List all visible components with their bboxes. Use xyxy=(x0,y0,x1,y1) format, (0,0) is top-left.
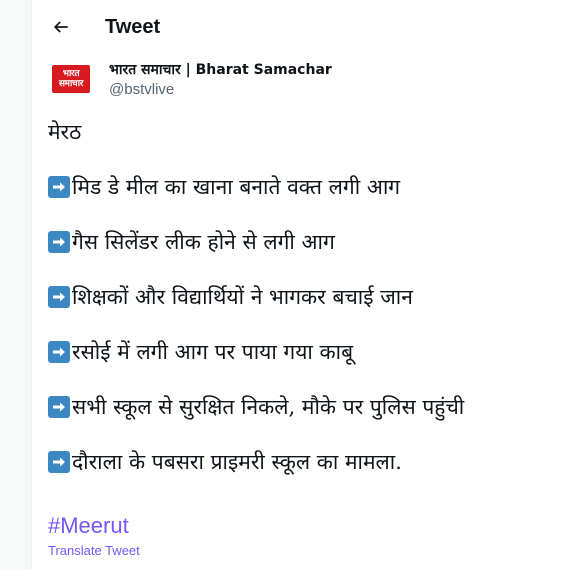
back-button[interactable] xyxy=(46,12,76,42)
right-arrow-emoji-icon xyxy=(48,341,70,363)
tweet-text: मेरठ मिड डे मील का खाना बनाते वक्त लगी आ… xyxy=(48,118,558,503)
avatar-logo-text: भारत समाचार xyxy=(58,69,84,89)
tweet-bullet-line: रसोई में लगी आग पर पाया गया काबू xyxy=(48,338,558,366)
tweet-bullet-text: गैस सिलेंडर लीक होने से लगी आग xyxy=(72,230,335,254)
page-title: Tweet xyxy=(105,16,161,38)
tweet-author: भारत समाचार भारत समाचार | Bharat Samacha… xyxy=(48,56,554,104)
tweet-bullet-text: शिक्षकों और विद्यार्थियों ने भागकर बचाई … xyxy=(72,285,413,309)
author-display-name[interactable]: भारत समाचार | Bharat Samachar xyxy=(109,61,332,79)
tweet-bullet-line: शिक्षकों और विद्यार्थियों ने भागकर बचाई … xyxy=(48,283,558,311)
tweet-bullet-line: मिड डे मील का खाना बनाते वक्त लगी आग xyxy=(48,173,558,201)
top-bar: Tweet xyxy=(32,0,570,56)
tweet-bullet-line: सभी स्कूल से सुरक्षित निकले, मौके पर पुल… xyxy=(48,393,558,421)
bharat-samachar-logo: भारत समाचार xyxy=(52,65,90,93)
tweet-bullet-text: मिड डे मील का खाना बनाते वक्त लगी आग xyxy=(72,175,401,199)
hashtag-link[interactable]: #Meerut xyxy=(48,513,129,539)
arrow-left-icon xyxy=(53,21,68,33)
right-arrow-emoji-icon xyxy=(48,451,70,473)
right-arrow-emoji-icon xyxy=(48,176,70,198)
tweet-bullet-text: सभी स्कूल से सुरक्षित निकले, मौके पर पुल… xyxy=(72,395,465,419)
tweet-city: मेरठ xyxy=(48,120,82,144)
right-arrow-emoji-icon xyxy=(48,286,70,308)
tweet-bullet-text: दौराला के पबसरा प्राइमरी स्कूल का मामला. xyxy=(72,450,402,474)
tweet-bullet-line: गैस सिलेंडर लीक होने से लगी आग xyxy=(48,228,558,256)
tweet-detail-column: Tweet भारत समाचार भारत समाचार | Bharat S… xyxy=(31,0,570,570)
avatar[interactable]: भारत समाचार xyxy=(48,56,94,102)
right-arrow-emoji-icon xyxy=(48,396,70,418)
tweet-bullet-text: रसोई में लगी आग पर पाया गया काबू xyxy=(72,340,354,364)
right-arrow-emoji-icon xyxy=(48,231,70,253)
author-handle[interactable]: @bstvlive xyxy=(109,81,174,99)
tweet-city-line: मेरठ xyxy=(48,118,558,146)
tweet-bullet-line: दौराला के पबसरा प्राइमरी स्कूल का मामला. xyxy=(48,448,558,476)
translate-tweet-link[interactable]: Translate Tweet xyxy=(48,543,140,559)
